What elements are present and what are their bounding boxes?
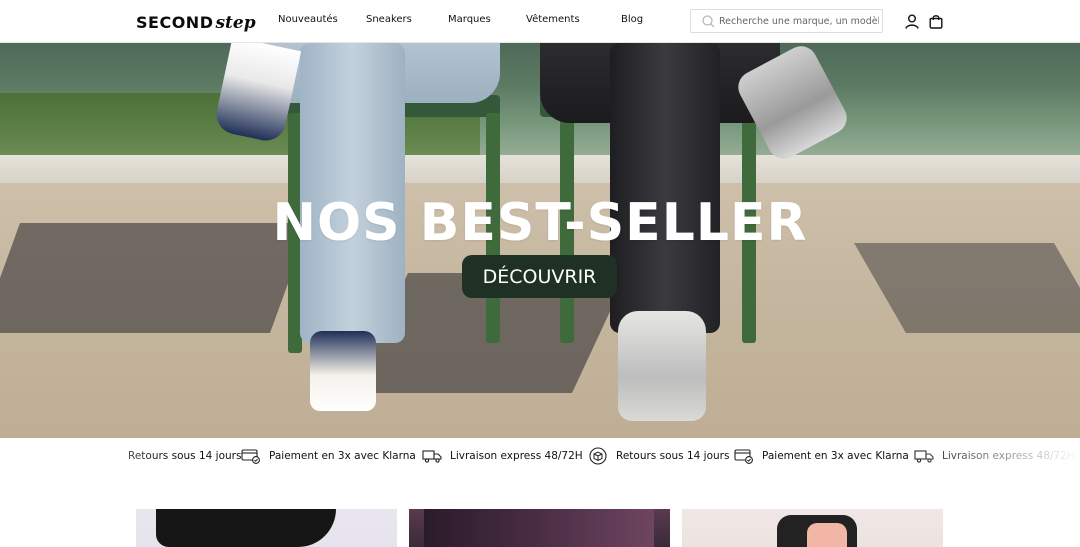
nav-item-nouveautes[interactable]: Nouveautés <box>278 14 338 25</box>
search-bar[interactable] <box>690 9 883 33</box>
user-icon[interactable] <box>903 12 921 30</box>
marquee-item-label: Retours sous 14 jours <box>616 450 730 462</box>
marquee-item: Paiement en 3x avec Klarna <box>241 447 416 465</box>
product-card[interactable] <box>682 509 943 547</box>
delivery-truck-icon <box>422 447 442 465</box>
marquee-item: Livraison express 48/72H <box>422 447 583 465</box>
marquee-item: Livraison express 48/72H <box>914 447 1075 465</box>
sneaker-grey-ground <box>618 311 706 421</box>
marquee-item-label: Livraison express 48/72H <box>450 450 583 462</box>
marquee-item: Retours sous 14 jours <box>128 447 241 465</box>
credit-card-check-icon <box>241 447 261 465</box>
discover-button[interactable]: DÉCOUVRIR <box>462 255 617 298</box>
nav-item-marques[interactable]: Marques <box>448 14 491 25</box>
hero-banner[interactable]: NOS BEST-SELLER DÉCOUVRIR <box>0 43 1080 438</box>
product-image <box>424 509 654 547</box>
shopping-bag-icon[interactable] <box>927 12 945 30</box>
hero-title: NOS BEST-SELLER <box>272 193 808 253</box>
marquee-item-label: Paiement en 3x avec Klarna <box>269 450 416 462</box>
search-icon[interactable] <box>697 10 719 32</box>
product-image <box>156 509 336 547</box>
logo[interactable]: SECOND step <box>136 10 256 34</box>
nav-item-blog[interactable]: Blog <box>621 14 643 25</box>
benefits-marquee: Retours sous 14 jours Paiement en 3x ave… <box>0 438 1080 472</box>
marquee-item-label: Livraison express 48/72H <box>942 450 1075 462</box>
jeans-dark-leg <box>610 43 720 333</box>
marquee-item-label: Paiement en 3x avec Klarna <box>762 450 909 462</box>
product-card[interactable] <box>409 509 670 547</box>
product-card[interactable] <box>136 509 397 547</box>
marquee-item: Retours sous 14 jours <box>588 447 729 465</box>
logo-script-text: step <box>215 13 256 33</box>
return-box-icon <box>588 447 608 465</box>
product-image-detail <box>807 523 847 547</box>
sneaker-navy-ground <box>310 331 376 411</box>
marquee-item-label: Retours sous 14 jours <box>128 450 242 462</box>
hero-wall <box>0 155 1080 185</box>
nav-item-vetements[interactable]: Vêtements <box>526 14 580 25</box>
delivery-truck-icon <box>914 447 934 465</box>
credit-card-check-icon <box>734 447 754 465</box>
site-header: SECOND step Nouveautés Sneakers Marques … <box>0 0 1080 43</box>
nav-item-sneakers[interactable]: Sneakers <box>366 14 412 25</box>
logo-main-text: SECOND <box>136 12 214 32</box>
search-input[interactable] <box>719 15 879 27</box>
marquee-item: Paiement en 3x avec Klarna <box>734 447 909 465</box>
